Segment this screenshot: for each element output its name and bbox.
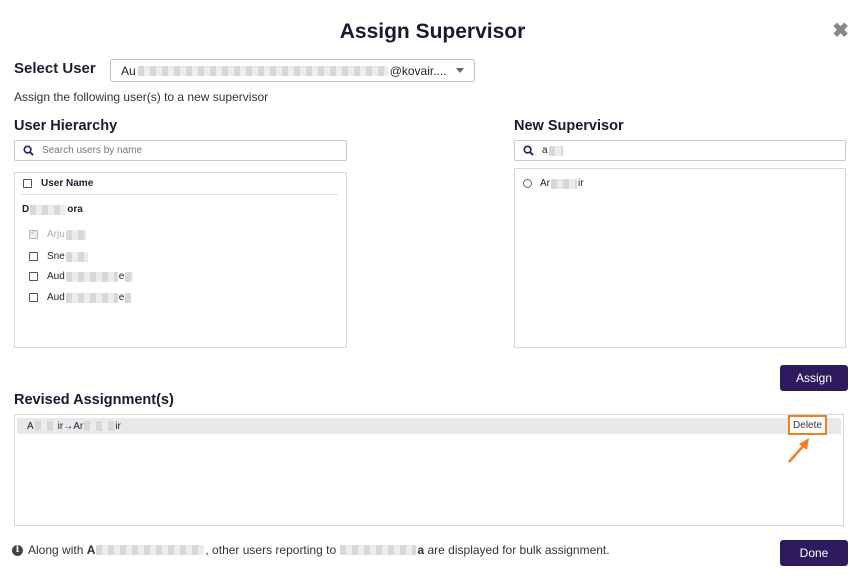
delete-button[interactable]: Delete xyxy=(788,415,827,435)
close-icon[interactable]: ✖ xyxy=(832,18,849,43)
user-hierarchy-title: User Hierarchy xyxy=(14,118,118,134)
select-user-label: Select User xyxy=(14,60,96,77)
user-name-header: User Name xyxy=(23,178,93,189)
supervisor-search-value: a xyxy=(542,145,548,156)
select-user-value: Au @kovair.... xyxy=(121,63,447,78)
chevron-down-icon xyxy=(456,68,464,73)
search-icon xyxy=(23,145,34,156)
revised-assignments-panel: Air → Ar ir xyxy=(14,414,844,526)
table-row: Air → Ar ir xyxy=(17,418,841,434)
user-checkbox xyxy=(29,228,38,239)
list-item[interactable]: Aud e xyxy=(29,292,132,303)
user-checkbox[interactable] xyxy=(29,272,38,281)
user-hierarchy-panel: User Name Dora Arju Sne Aude Aude xyxy=(14,172,347,348)
assign-hint-text: Assign the following user(s) to a new su… xyxy=(14,90,269,104)
select-user-dropdown[interactable]: Au @kovair.... xyxy=(110,59,475,82)
header-divider xyxy=(21,194,338,195)
info-icon: i xyxy=(12,544,23,556)
root-user: Dora xyxy=(22,204,83,215)
supervisor-search-input[interactable]: a xyxy=(514,140,846,161)
list-item: Arju xyxy=(29,228,86,240)
revised-assignments-title: Revised Assignment(s) xyxy=(14,392,174,408)
supervisor-radio[interactable] xyxy=(523,179,532,188)
assign-button[interactable]: Assign xyxy=(780,365,848,391)
dialog-title: Assign Supervisor xyxy=(339,20,526,43)
done-button[interactable]: Done xyxy=(780,540,848,566)
list-item[interactable]: Ar ir xyxy=(523,178,584,189)
list-item[interactable]: Sne xyxy=(29,251,88,262)
list-item[interactable]: Aud e xyxy=(29,271,134,282)
user-checkbox[interactable] xyxy=(29,252,38,261)
new-supervisor-panel: Ar ir xyxy=(514,168,846,348)
footer-note: i Along with A, other users reporting to… xyxy=(12,543,610,557)
search-icon xyxy=(523,145,534,156)
user-checkbox[interactable] xyxy=(29,293,38,302)
select-all-checkbox[interactable] xyxy=(23,179,32,188)
user-search-input[interactable]: Search users by name xyxy=(14,140,347,161)
pointer-arrow-icon xyxy=(788,438,809,463)
new-supervisor-title: New Supervisor xyxy=(514,118,624,134)
user-search-placeholder: Search users by name xyxy=(42,145,143,156)
